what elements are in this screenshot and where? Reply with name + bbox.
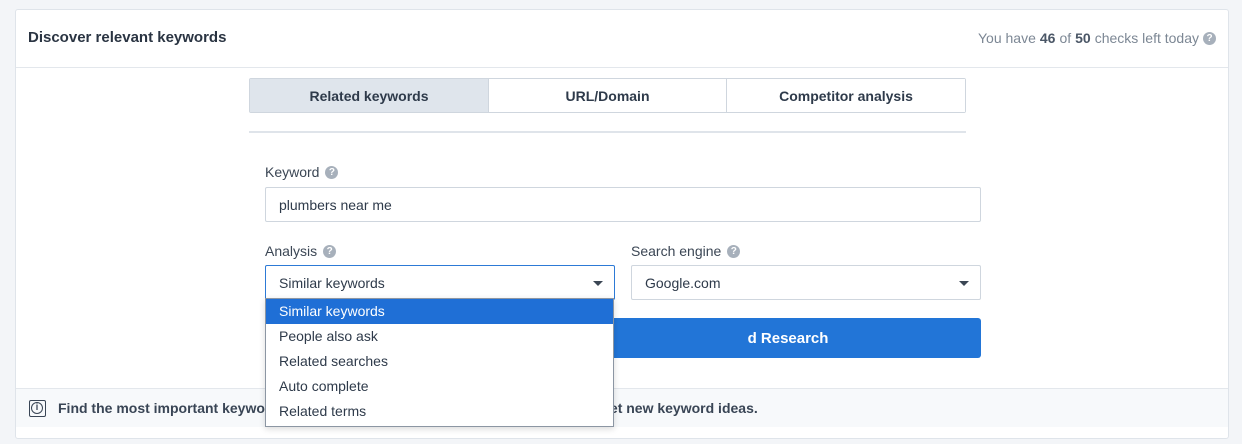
start-research-button-label: d Research — [747, 329, 829, 347]
analysis-select-value: Similar keywords — [279, 274, 385, 291]
search-engine-label: Search engine ? — [631, 243, 741, 259]
search-engine-select[interactable]: Google.com — [631, 265, 981, 300]
keyword-input-value: plumbers near me — [279, 196, 392, 213]
analysis-select[interactable]: Similar keywords — [265, 265, 615, 300]
quota-prefix: You have — [978, 30, 1036, 46]
quota-suffix: checks left today — [1094, 30, 1199, 46]
tab-related-keywords[interactable]: Related keywords — [250, 79, 489, 112]
tab-url-domain[interactable]: URL/Domain — [489, 79, 727, 112]
keyword-input[interactable]: plumbers near me — [265, 187, 981, 222]
panel-title: Discover relevant keywords — [28, 29, 227, 46]
analysis-label-text: Analysis — [265, 243, 318, 259]
chevron-down-icon — [593, 281, 603, 286]
search-engine-select-value: Google.com — [645, 274, 721, 291]
quota-of: of — [1059, 30, 1072, 46]
section-divider — [249, 131, 966, 133]
analysis-option[interactable]: People also ask — [266, 324, 613, 349]
quota-total: 50 — [1075, 30, 1091, 46]
analysis-label: Analysis ? — [265, 243, 337, 259]
analysis-option[interactable]: Similar keywords — [266, 299, 613, 324]
keyword-label-text: Keyword — [265, 164, 320, 180]
analysis-option[interactable]: Related terms — [266, 399, 613, 424]
analysis-help-icon[interactable]: ? — [323, 244, 337, 258]
checks-quota: You have 46 of 50 checks left today ? — [978, 30, 1216, 46]
info-text-left: Find the most important keywo — [58, 400, 265, 416]
panel-header: Discover relevant keywords You have 46 o… — [16, 10, 1228, 68]
search-engine-help-icon[interactable]: ? — [727, 244, 741, 258]
info-icon: i — [29, 399, 46, 417]
research-mode-tabs: Related keywords URL/Domain Competitor a… — [249, 78, 966, 113]
analysis-option[interactable]: Related searches — [266, 349, 613, 374]
info-bar: i Find the most important keywo et new k… — [16, 388, 1228, 427]
help-icon[interactable]: ? — [1203, 31, 1216, 45]
keyword-help-icon[interactable]: ? — [325, 165, 339, 179]
tab-competitor-analysis[interactable]: Competitor analysis — [727, 79, 965, 112]
info-text-right: et new keyword ideas. — [609, 400, 758, 416]
chevron-down-icon — [959, 281, 969, 286]
keyword-research-panel: Discover relevant keywords You have 46 o… — [15, 9, 1229, 439]
search-engine-label-text: Search engine — [631, 243, 722, 259]
quota-used: 46 — [1039, 30, 1056, 46]
analysis-option[interactable]: Auto complete — [266, 374, 613, 399]
analysis-dropdown-menu: Similar keywords People also ask Related… — [265, 298, 614, 427]
keyword-label: Keyword ? — [265, 164, 339, 180]
